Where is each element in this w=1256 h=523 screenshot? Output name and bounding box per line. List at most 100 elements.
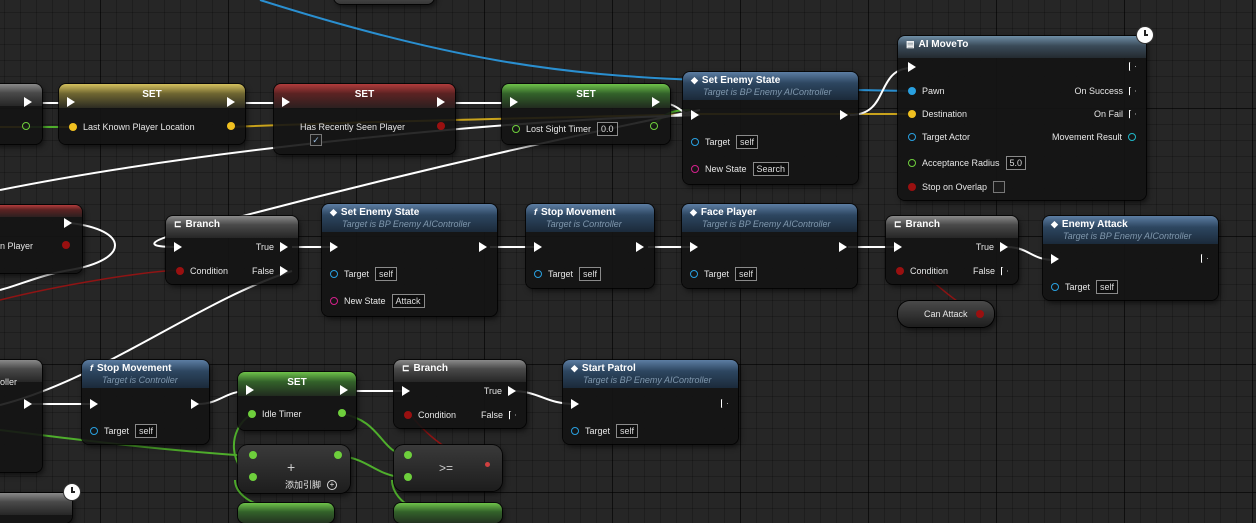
target-value[interactable]: self [736,135,759,149]
set-enemy-state-search[interactable]: ◆ Set Enemy State Target is BP Enemy AICo… [683,72,858,184]
exec-out-pin[interactable] [191,399,199,409]
exec-out-pin[interactable] [24,399,32,409]
add-pin-button[interactable]: 添加引脚 + [285,478,338,491]
branch-node-1[interactable]: ⊏ Branch True Condition False [166,216,298,284]
new-state-pin[interactable]: New State Search [691,162,790,176]
partial-set-node-bottom-2[interactable] [394,503,502,523]
float-in-pin[interactable]: Lost Sight Timer 0.0 [512,122,618,136]
float-out-pin[interactable] [334,451,342,459]
float-in-pin[interactable] [404,451,412,459]
exec-in-pin[interactable] [1051,254,1059,264]
set-has-recently-seen-player[interactable]: SET Has Recently Seen Player ✓ [274,84,455,154]
float-out-pin[interactable] [650,122,658,130]
partial-node-mid-left[interactable]: n Player [0,205,82,273]
exec-in-pin[interactable] [908,62,916,72]
partial-node-bottom-corner[interactable] [0,493,72,523]
stop-movement-node-1[interactable]: f Stop Movement Target is Controller Targ… [526,204,654,288]
exec-out-pin[interactable] [1129,62,1136,71]
exec-in-pin[interactable] [90,399,98,409]
new-state-dropdown[interactable]: Attack [391,294,425,308]
exec-out-pin[interactable] [840,110,848,120]
acceptance-radius-field[interactable]: 5.0 [1005,156,1027,170]
target-value[interactable]: self [1096,280,1119,294]
target-value[interactable]: self [616,424,639,438]
target-pin[interactable]: Target self [330,267,398,281]
condition-pin[interactable]: Condition [896,266,948,276]
target-pin[interactable]: Target self [534,267,602,281]
pawn-pin[interactable]: Pawn [908,86,945,96]
exec-out-pin[interactable] [652,97,660,107]
face-player-node[interactable]: ◆ Face Player Target is BP Enemy AIContro… [682,204,857,288]
exec-in-pin[interactable] [246,385,254,395]
float-in-pin[interactable] [249,451,257,459]
exec-in-pin[interactable] [690,242,698,252]
exec-out-pin[interactable] [636,242,644,252]
float-in-pin[interactable] [249,473,257,481]
exec-out-pin[interactable] [340,385,348,395]
target-value[interactable]: self [735,267,758,281]
bool-out-pin[interactable] [437,122,445,130]
true-pin[interactable]: True [484,386,516,396]
condition-pin[interactable]: Condition [404,410,456,420]
false-pin[interactable]: False [481,410,516,420]
exec-in-pin[interactable] [894,242,902,252]
exec-in-pin[interactable] [510,97,518,107]
branch-node-2[interactable]: ⊏ Branch True Condition False [886,216,1018,284]
false-pin[interactable]: False [252,266,288,276]
start-patrol-node[interactable]: ◆ Start Patrol Target is BP Enemy AIContr… [563,360,738,444]
true-pin[interactable]: True [976,242,1008,252]
branch-node-3[interactable]: ⊏ Branch True Condition False [394,360,526,428]
set-idle-timer[interactable]: SET Idle Timer [238,372,356,430]
exec-out-pin[interactable] [721,399,728,408]
new-state-pin[interactable]: New State Attack [330,294,425,308]
exec-in-pin[interactable] [330,242,338,252]
vector-out-pin[interactable] [227,122,235,130]
target-actor-pin[interactable]: Target Actor [908,132,970,142]
destination-pin[interactable]: Destination [908,109,967,119]
stop-on-overlap-pin[interactable]: Stop on Overlap [908,181,1006,193]
bool-out-pin[interactable] [485,462,490,467]
exec-out-pin[interactable] [1201,254,1208,263]
exec-in-pin[interactable] [402,386,410,396]
bool-out-pin[interactable] [62,241,70,249]
ai-move-to-node[interactable]: ▤ AI MoveTo Pawn On Success Destination O… [898,36,1146,200]
bool-checkbox[interactable]: ✓ [304,134,322,146]
float-in-pin[interactable] [404,473,412,481]
target-value[interactable]: self [135,424,158,438]
target-pin[interactable]: Target self [690,267,758,281]
on-success-pin[interactable]: On Success [1074,86,1136,96]
float-in-pin[interactable]: Idle Timer [248,409,302,419]
target-value[interactable]: self [579,267,602,281]
target-value[interactable]: self [375,267,398,281]
bool-out-pin[interactable] [976,310,984,318]
target-pin[interactable]: Target self [90,424,158,438]
enemy-attack-node[interactable]: ◆ Enemy Attack Target is BP Enemy AIContr… [1043,216,1218,300]
acceptance-radius-pin[interactable]: Acceptance Radius 5.0 [908,156,1027,170]
float-value-field[interactable]: 0.0 [597,122,618,136]
exec-out-pin[interactable] [839,242,847,252]
float-out-pin[interactable] [22,122,30,130]
exec-out-pin[interactable] [227,97,235,107]
exec-out-pin[interactable] [64,218,72,228]
new-state-dropdown[interactable]: Search [752,162,790,176]
exec-in-pin[interactable] [571,399,579,409]
set-enemy-state-attack[interactable]: ◆ Set Enemy State Target is BP Enemy AICo… [322,204,497,316]
exec-in-pin[interactable] [282,97,290,107]
false-pin[interactable]: False [973,266,1008,276]
set-last-known-player-location[interactable]: SET Last Known Player Location [59,84,245,144]
exec-in-pin[interactable] [174,242,182,252]
stop-movement-node-2[interactable]: f Stop Movement Target is Controller Targ… [82,360,209,444]
exec-in-pin[interactable] [67,97,75,107]
greater-equal-node[interactable]: >= [394,445,502,491]
condition-pin[interactable]: Condition [176,266,228,276]
add-float-node[interactable]: + 添加引脚 + [238,445,350,493]
target-pin[interactable]: Target self [571,424,639,438]
true-pin[interactable]: True [256,242,288,252]
partial-node-top[interactable] [334,0,434,4]
movement-result-pin[interactable]: Movement Result [1052,132,1136,142]
set-lost-sight-timer[interactable]: SET Lost Sight Timer 0.0 [502,84,670,144]
can-attack-getter[interactable]: Can Attack [898,301,994,327]
partial-node-bottom-left[interactable]: oller [0,360,42,472]
target-pin[interactable]: Target self [1051,280,1119,294]
on-fail-pin[interactable]: On Fail [1094,109,1136,119]
